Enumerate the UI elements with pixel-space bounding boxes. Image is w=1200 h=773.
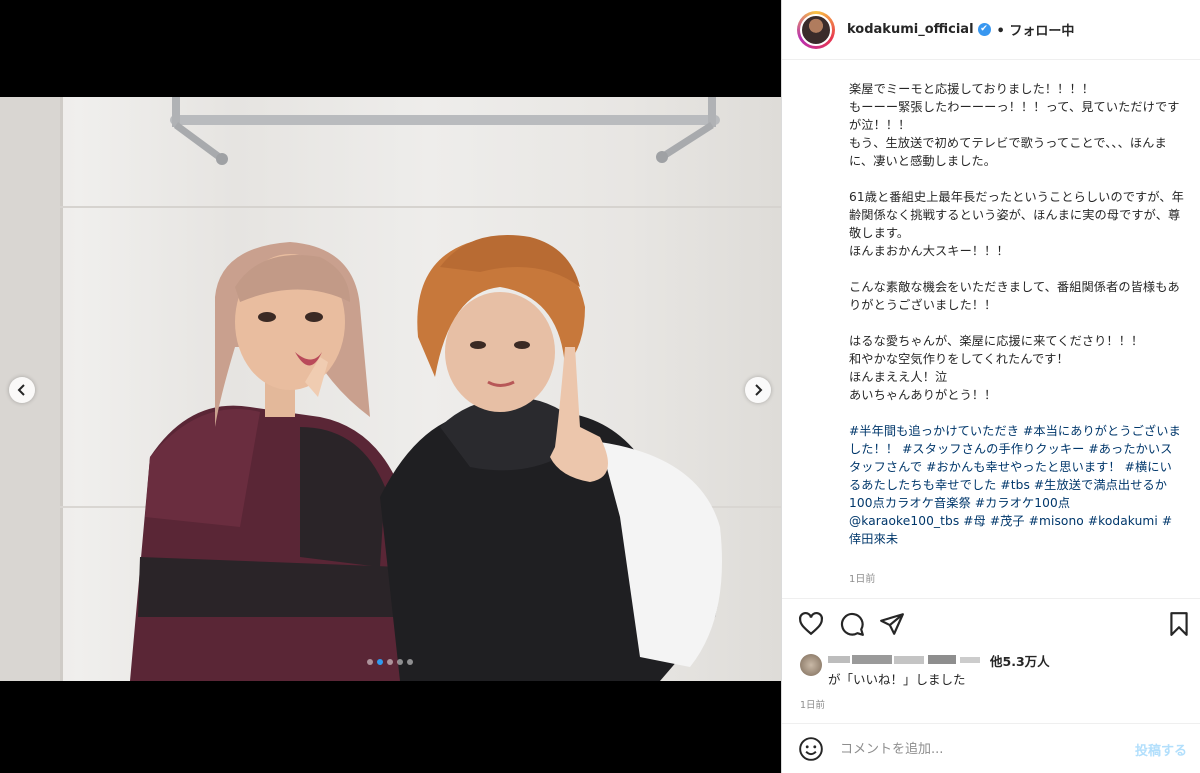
chevron-left-icon (17, 384, 25, 396)
liker-avatar[interactable] (800, 654, 822, 676)
caption-hashtags[interactable]: #半年間も追っかけていただき #本当にありがとうございました！！ #スタッフさん… (849, 424, 1181, 546)
post-timestamp: 1日前 (800, 700, 826, 711)
likes-suffix: が「いいね！」しました (828, 672, 966, 687)
post-side-panel: kodakumi_official ✔ • フォロー中 楽屋でミーモと応援してお… (781, 0, 1200, 773)
caption-timestamp: 1日前 (849, 574, 876, 585)
instagram-post-view: kodakumi_official ✔ • フォロー中 楽屋でミーモと応援してお… (0, 0, 1200, 773)
carousel-dot (407, 659, 413, 665)
chevron-right-icon (755, 384, 763, 396)
action-bar (782, 598, 1200, 648)
bookmark-icon[interactable] (1166, 611, 1192, 637)
carousel-indicator (367, 659, 413, 665)
caption-text: 楽屋でミーモと応援しておりました！！！！ もーーー緊張したわーーーっ！！！って、… (849, 82, 1184, 402)
comment-bar: 投稿する (782, 723, 1200, 773)
post-comment-button[interactable]: 投稿する (1135, 740, 1187, 759)
post-caption: 楽屋でミーモと応援しておりました！！！！ もーーー緊張したわーーーっ！！！って、… (849, 80, 1184, 548)
heart-icon[interactable] (798, 611, 824, 637)
comment-icon[interactable] (839, 611, 865, 637)
carousel-dot (387, 659, 393, 665)
emoji-icon[interactable] (798, 736, 824, 762)
post-photo (0, 97, 781, 681)
follow-status-button[interactable]: • フォロー中 (997, 20, 1075, 39)
carousel-next-button[interactable] (745, 377, 771, 403)
likes-count-link[interactable]: 他5.3万人 (990, 652, 1050, 672)
blurred-username (828, 655, 980, 664)
username-link[interactable]: kodakumi_official (847, 22, 974, 37)
carousel-prev-button[interactable] (9, 377, 35, 403)
post-header: kodakumi_official ✔ • フォロー中 (782, 0, 1200, 60)
carousel-dot (367, 659, 373, 665)
comment-input[interactable] (838, 737, 1122, 761)
carousel-dot-active (377, 659, 383, 665)
profile-avatar-ring[interactable] (797, 10, 835, 49)
carousel-dot (397, 659, 403, 665)
post-media (0, 0, 781, 773)
share-icon[interactable] (879, 611, 905, 637)
avatar (800, 13, 832, 46)
photo-illustration (0, 97, 781, 681)
verified-badge-icon: ✔ (977, 23, 991, 36)
